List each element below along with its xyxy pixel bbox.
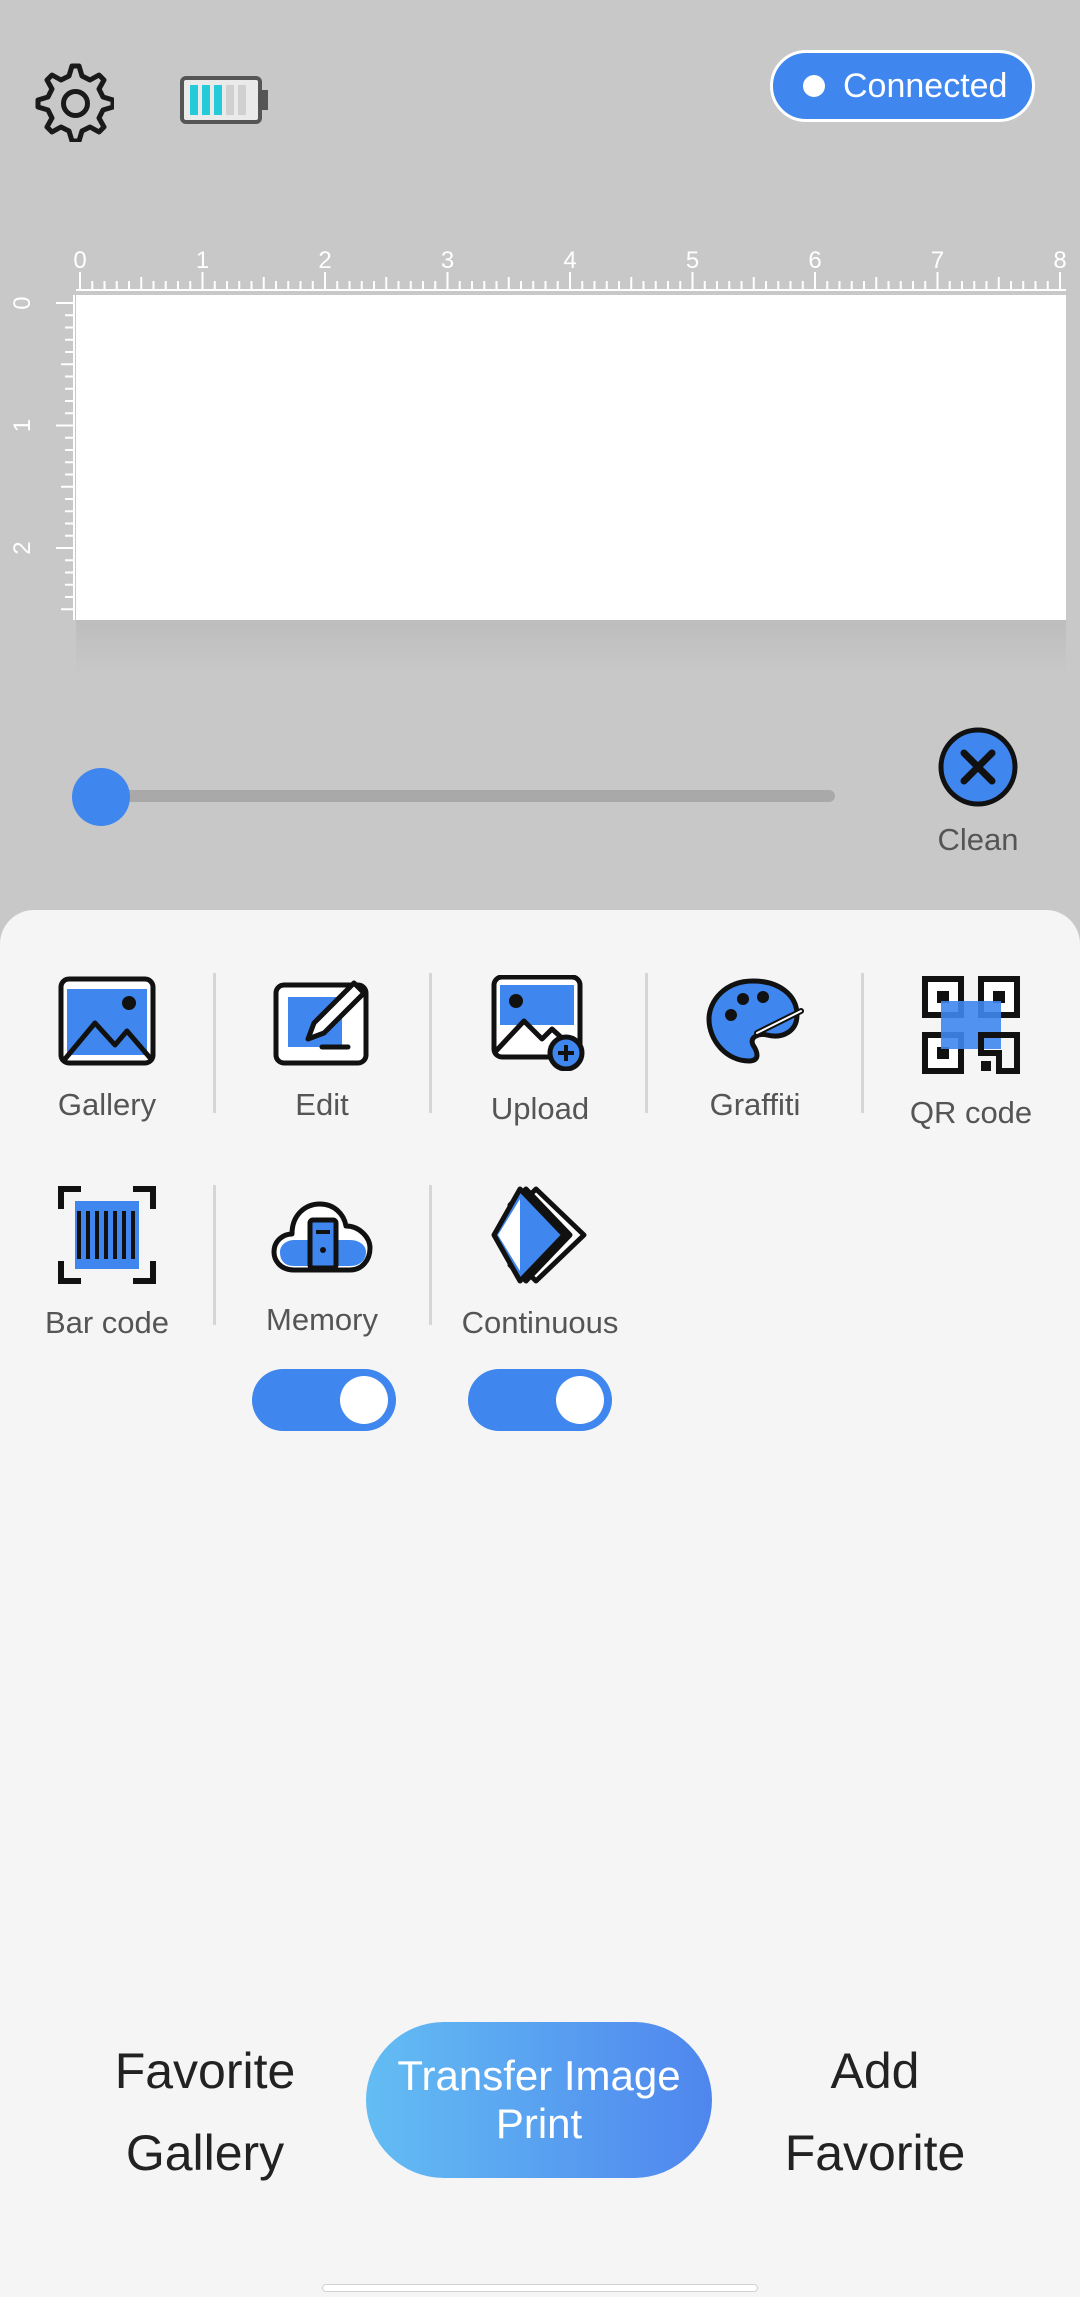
layers-icon	[491, 1186, 587, 1284]
slider-track[interactable]	[100, 790, 835, 802]
transfer-image-print-button[interactable]: Transfer Image Print	[366, 2022, 712, 2178]
ruler-tick-label: 3	[441, 247, 454, 274]
graffiti-tool-button[interactable]: Graffiti	[655, 975, 855, 1123]
continuous-tool-button[interactable]: Continuous	[440, 1185, 640, 1341]
bar-code-tool-button[interactable]: Bar code	[7, 1185, 207, 1341]
divider	[213, 973, 216, 1113]
edit-icon	[273, 980, 369, 1066]
gallery-tool-button[interactable]: Gallery	[7, 975, 207, 1123]
upload-label: Upload	[490, 1091, 590, 1126]
memory-label: Memory	[266, 1302, 378, 1337]
palette-icon	[706, 978, 804, 1064]
ruler-tick-label: 1	[9, 419, 36, 432]
upload-image-icon	[491, 975, 585, 1071]
cloud-memory-icon	[271, 1201, 373, 1273]
ruler-tick-label: 2	[318, 247, 331, 274]
divider	[213, 1185, 216, 1325]
divider	[429, 973, 432, 1113]
favorite-gallery-button[interactable]: Favorite Gallery	[75, 2030, 335, 2194]
favorite-gallery-line2: Gallery	[125, 2125, 285, 2181]
divider	[861, 973, 864, 1113]
close-circle-icon	[938, 727, 1018, 807]
print-canvas[interactable]	[76, 295, 1066, 620]
edit-label: Edit	[295, 1087, 349, 1122]
ruler-tick-label: 5	[686, 247, 699, 274]
ruler-tick-label: 2	[9, 541, 36, 554]
continuous-label: Continuous	[461, 1305, 619, 1340]
qr-code-icon	[922, 976, 1020, 1074]
toggle-knob	[340, 1376, 388, 1424]
continuous-toggle[interactable]	[468, 1369, 612, 1431]
add-favorite-button[interactable]: Add Favorite	[745, 2030, 1005, 2194]
upload-tool-button[interactable]: Upload	[440, 975, 640, 1127]
favorite-gallery-line1: Favorite	[114, 2043, 296, 2099]
add-favorite-line1: Add	[830, 2043, 920, 2099]
ruler-tick-label: 1	[196, 247, 209, 274]
clean-button[interactable]: Clean	[930, 725, 1026, 865]
qr-code-label: QR code	[909, 1095, 1033, 1130]
qr-code-tool-button[interactable]: QR code	[871, 975, 1071, 1131]
ruler-tick-label: 8	[1053, 247, 1066, 274]
memory-toggle[interactable]	[252, 1369, 396, 1431]
memory-tool-button[interactable]: Memory	[222, 1190, 422, 1338]
horizontal-ruler: 0 1 2 3 4 5 6 7 8	[73, 247, 1067, 291]
barcode-icon	[58, 1186, 156, 1284]
canvas-shadow	[76, 620, 1066, 675]
bar-code-label: Bar code	[44, 1305, 170, 1340]
vertical-ruler: 0 1 2	[9, 295, 75, 620]
slider-thumb[interactable]	[72, 768, 130, 826]
ruler-tick-label: 0	[9, 296, 36, 309]
divider	[429, 1185, 432, 1325]
divider	[645, 973, 648, 1113]
add-favorite-line2: Favorite	[784, 2125, 966, 2181]
gallery-label: Gallery	[57, 1087, 157, 1122]
transfer-line1: Transfer Image	[397, 2052, 681, 2099]
edit-tool-button[interactable]: Edit	[222, 975, 422, 1123]
clean-label: Clean	[937, 822, 1019, 857]
toggle-knob	[556, 1376, 604, 1424]
gallery-icon	[58, 976, 156, 1066]
transfer-line2: Print	[495, 2100, 583, 2147]
graffiti-label: Graffiti	[709, 1087, 801, 1122]
ruler-tick-label: 4	[563, 247, 576, 274]
home-indicator[interactable]	[322, 2284, 758, 2292]
ruler-tick-label: 0	[73, 247, 86, 274]
ruler-tick-label: 7	[931, 247, 944, 274]
ruler-tick-label: 6	[808, 247, 821, 274]
